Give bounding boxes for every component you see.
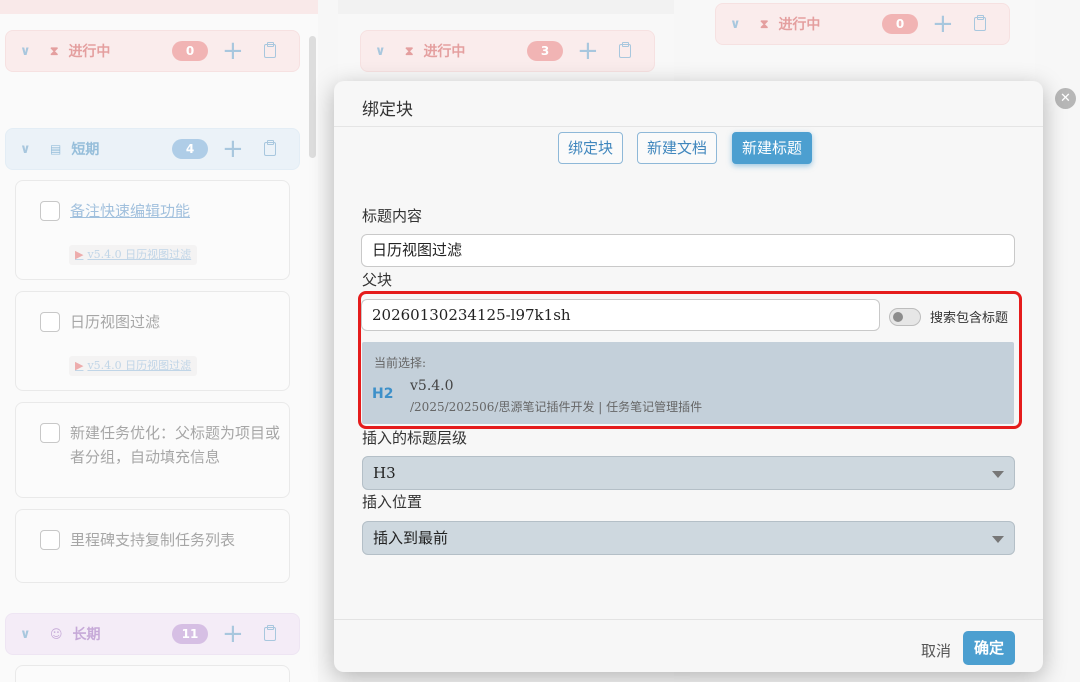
tab-bind-block[interactable]: 绑定块 <box>558 132 624 164</box>
confirm-button[interactable]: 确定 <box>963 631 1015 665</box>
tab-new-document[interactable]: 新建文档 <box>637 132 718 164</box>
heading-level-value: H3 <box>373 464 396 482</box>
heading-content-label: 标题内容 <box>362 207 423 225</box>
cancel-button[interactable]: 取消 <box>921 640 951 661</box>
heading-level-select[interactable]: H3 <box>362 456 1015 490</box>
bind-block-dialog: 绑定块 绑定块 新建文档 新建标题 标题内容 日历视图过滤 父块 2026013… <box>334 81 1043 672</box>
insert-position-value: 插入到最前 <box>373 529 449 547</box>
insert-position-label: 插入位置 <box>362 493 423 511</box>
dialog-title: 绑定块 <box>362 100 413 120</box>
close-icon[interactable]: ✕ <box>1055 88 1076 109</box>
insert-position-select[interactable]: 插入到最前 <box>362 521 1015 555</box>
highlight-annotation-box <box>358 291 1022 429</box>
heading-level-label: 插入的标题层级 <box>362 429 468 447</box>
tab-new-heading[interactable]: 新建标题 <box>732 132 813 164</box>
divider <box>334 126 1043 127</box>
divider <box>334 619 1043 620</box>
heading-content-input[interactable]: 日历视图过滤 <box>361 234 1015 267</box>
dropdown-caret-icon <box>992 471 1004 478</box>
dropdown-caret-icon <box>992 536 1004 543</box>
parent-block-label: 父块 <box>362 271 393 289</box>
